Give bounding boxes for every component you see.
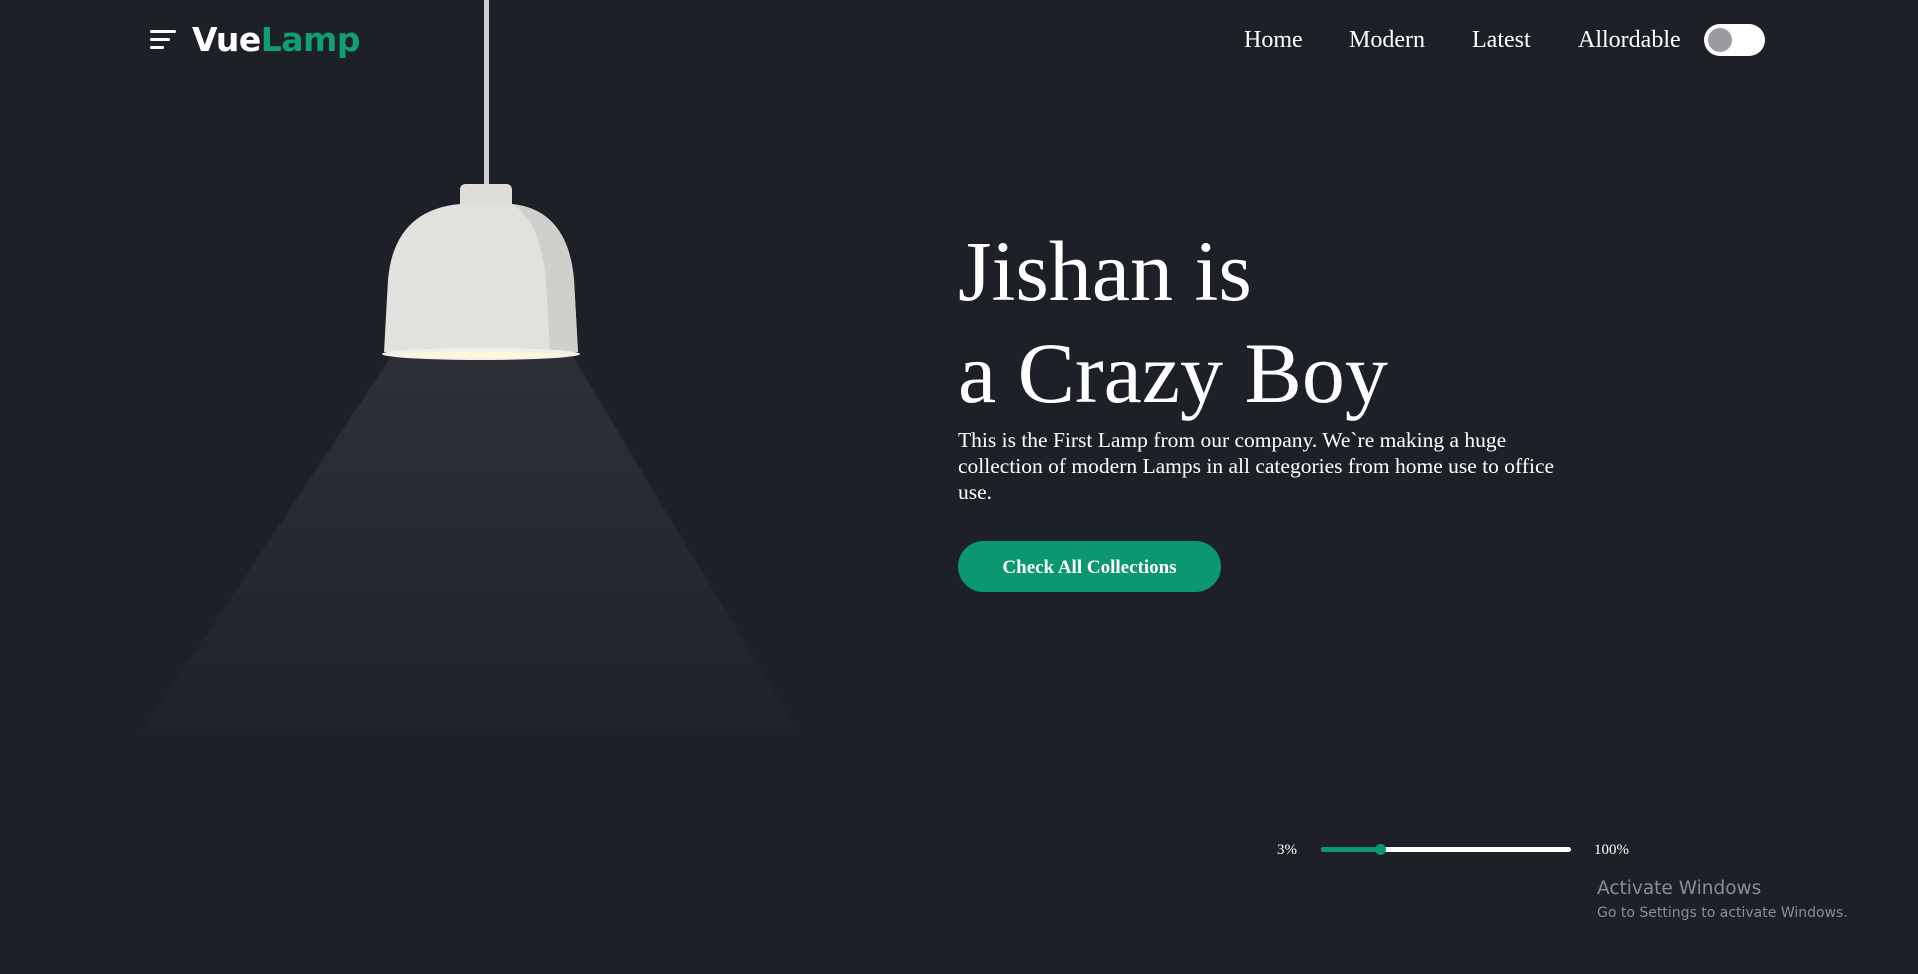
header: VueLamp Home Modern Latest Allordable [0,0,1918,80]
activate-windows-subtitle: Go to Settings to activate Windows. [1597,905,1848,921]
brightness-slider[interactable] [1321,844,1571,855]
slider-fill [1321,847,1381,852]
nav-allordable[interactable]: Allordable [1578,22,1681,58]
activate-windows-title: Activate Windows [1597,878,1762,899]
hero-title: Jishan is a Crazy Boy [958,220,1388,424]
slider-thumb[interactable] [1375,844,1386,855]
nav-latest[interactable]: Latest [1472,22,1531,58]
hero-title-line-1: Jishan is [958,223,1252,319]
logo[interactable]: VueLamp [192,18,361,62]
hero-description: This is the First Lamp from our company.… [958,428,1555,504]
slider-max-label: 100% [1594,842,1629,858]
hero-title-line-2: a Crazy Boy [958,325,1388,421]
check-all-collections-button[interactable]: Check All Collections [958,541,1221,592]
slider-min-label: 3% [1277,842,1297,858]
theme-toggle[interactable] [1704,24,1765,56]
nav-modern[interactable]: Modern [1349,22,1425,58]
logo-text-lamp: Lamp [260,20,361,59]
hamburger-menu-icon[interactable] [150,30,178,52]
page: VueLamp Home Modern Latest Allordable Ji… [0,0,1918,974]
logo-text-vue: Vue [192,20,261,59]
toggle-knob [1708,28,1732,52]
nav-home[interactable]: Home [1244,22,1303,58]
